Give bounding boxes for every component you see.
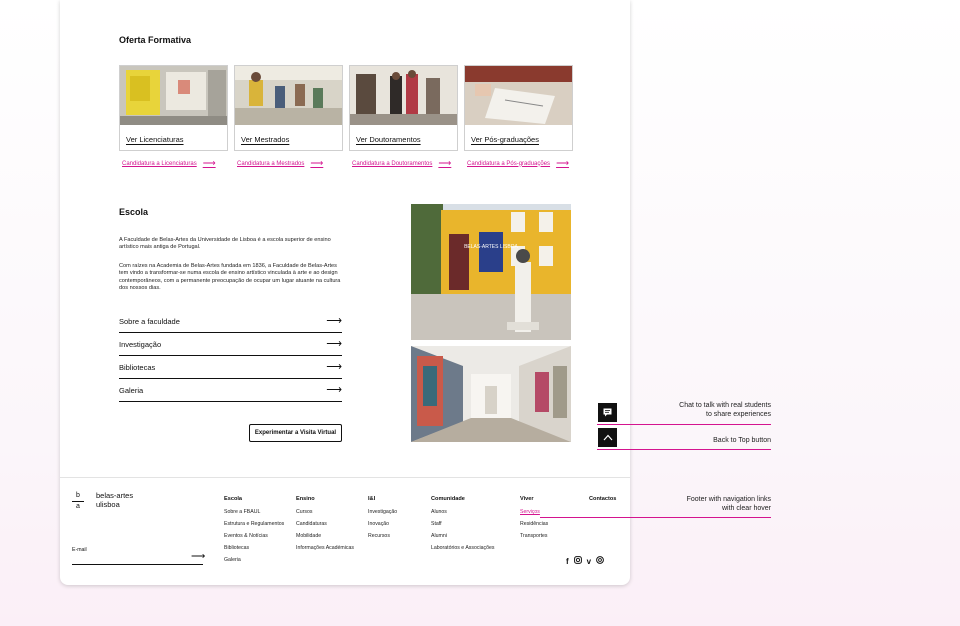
arrow-right-icon: ⟶ xyxy=(326,361,342,373)
page-card: Oferta Formativa Ver Licenciaturas Ver M… xyxy=(60,0,630,585)
school-paragraph-2: Com raízes na Academia de Belas-Artes fu… xyxy=(119,263,341,292)
logo-wordmark: belas-artes ulisboa xyxy=(96,491,134,509)
footer-link[interactable]: Estrutura e Regulamentos xyxy=(224,521,284,527)
chat-annotation: Chat to talk with real students to share… xyxy=(679,402,771,418)
arrow-right-icon: ⟶ xyxy=(326,315,342,327)
arrow-right-icon: ⟶ xyxy=(202,158,216,168)
footer-link[interactable]: Eventos & Notícias xyxy=(224,533,268,539)
footer-col-title: Comunidade xyxy=(431,496,465,502)
offer-card-mestrados[interactable]: Ver Mestrados xyxy=(234,65,343,151)
social-links: f v xyxy=(566,556,605,566)
offer-card-licenciaturas[interactable]: Ver Licenciaturas xyxy=(119,65,228,151)
footer-link[interactable]: Candidaturas xyxy=(296,521,327,527)
email-input[interactable] xyxy=(72,564,203,565)
offer-card-doutoramentos[interactable]: Ver Doutoramentos xyxy=(349,65,458,151)
offer-card-pos-graduacoes[interactable]: Ver Pós-graduações xyxy=(464,65,573,151)
arrow-right-icon: ⟶ xyxy=(326,338,342,350)
footer-link[interactable]: Cursos xyxy=(296,509,312,515)
annotation-line xyxy=(597,424,771,425)
back-to-top-annotation: Back to Top button xyxy=(713,437,771,444)
footer-col-title: Ensino xyxy=(296,496,315,502)
doutoramentos-image xyxy=(350,66,457,125)
school-gallery-image xyxy=(411,346,571,442)
apply-link-licenciaturas[interactable]: Candidatura a Licenciaturas ⟶ xyxy=(122,158,216,169)
banner-text: BELAS-ARTES LISBOA xyxy=(464,244,518,250)
footer-logo[interactable]: b a belas-artes ulisboa xyxy=(72,491,134,511)
logo-mark: b a xyxy=(72,492,84,511)
email-label: E-mail xyxy=(72,547,87,553)
apply-link-mestrados[interactable]: Candidatura a Mestrados ⟶ xyxy=(237,158,323,169)
footer-divider xyxy=(60,477,630,478)
footer-link[interactable]: Alunos xyxy=(431,509,447,515)
pos-graduacoes-image xyxy=(465,66,572,125)
annotation-line xyxy=(597,449,771,450)
footer-link[interactable]: Mobilidade xyxy=(296,533,321,539)
email-submit-arrow-icon[interactable]: ⟶ xyxy=(191,551,205,562)
offer-label: Ver Doutoramentos xyxy=(356,135,421,144)
arrow-right-icon: ⟶ xyxy=(310,158,324,168)
school-title: Escola xyxy=(119,207,149,217)
footer-col-title: Escola xyxy=(224,496,243,502)
vimeo-icon[interactable]: v xyxy=(587,557,591,566)
annotation-line xyxy=(540,517,771,518)
footer-link[interactable]: Sobre a FBAUL xyxy=(224,509,260,515)
footer-link[interactable]: Inovação xyxy=(368,521,389,527)
offer-label: Ver Pós-graduações xyxy=(471,135,539,144)
issuu-icon[interactable] xyxy=(596,556,605,566)
arrow-right-icon: ⟶ xyxy=(556,158,569,168)
footer-col-title: Viver xyxy=(520,496,534,502)
footer-link[interactable]: Bibliotecas xyxy=(224,545,249,551)
mestrados-image xyxy=(235,66,342,125)
footer-link[interactable]: Transportes xyxy=(520,533,548,539)
school-link-bibliotecas[interactable]: Bibliotecas ⟶ xyxy=(119,361,342,379)
apply-link-pos-graduacoes[interactable]: Candidatura a Pós-graduações ⟶ xyxy=(467,158,569,169)
footer-link[interactable]: Laboratórios e Associações xyxy=(431,545,494,551)
school-link-investigacao[interactable]: Investigação ⟶ xyxy=(119,338,342,356)
apply-link-doutoramentos[interactable]: Candidatura a Doutoramentos ⟶ xyxy=(352,158,451,169)
offer-label: Ver Mestrados xyxy=(241,135,290,144)
school-paragraph-1: A Faculdade de Belas-Artes da Universida… xyxy=(119,237,331,251)
school-building-image: BELAS-ARTES LISBOA xyxy=(411,204,571,340)
offer-title: Oferta Formativa xyxy=(119,35,192,45)
footer-link[interactable]: Recursos xyxy=(368,533,390,539)
footer-annotation: Footer with navigation links with clear … xyxy=(686,496,771,512)
arrow-right-icon: ⟶ xyxy=(438,158,452,168)
footer-link[interactable]: Residências xyxy=(520,521,548,527)
school-link-sobre[interactable]: Sobre a faculdade ⟶ xyxy=(119,315,342,333)
licenciaturas-image xyxy=(120,66,227,125)
footer-link[interactable]: Alumni xyxy=(431,533,447,539)
footer-link[interactable]: Galeria xyxy=(224,557,241,563)
offer-label: Ver Licenciaturas xyxy=(126,135,184,144)
virtual-tour-button[interactable]: Experimentar a Visita Virtual xyxy=(249,424,342,442)
footer-link[interactable]: Staff xyxy=(431,521,442,527)
footer-link[interactable]: Informações Académicas xyxy=(296,545,354,551)
footer-col-title: I&I xyxy=(368,496,376,502)
footer-link-hovered[interactable]: Serviços xyxy=(520,509,540,515)
school-link-galeria[interactable]: Galeria ⟶ xyxy=(119,384,342,402)
instagram-icon[interactable] xyxy=(573,556,582,566)
arrow-right-icon: ⟶ xyxy=(326,384,342,396)
facebook-icon[interactable]: f xyxy=(566,557,569,566)
footer-link[interactable]: Investigação xyxy=(368,509,397,515)
